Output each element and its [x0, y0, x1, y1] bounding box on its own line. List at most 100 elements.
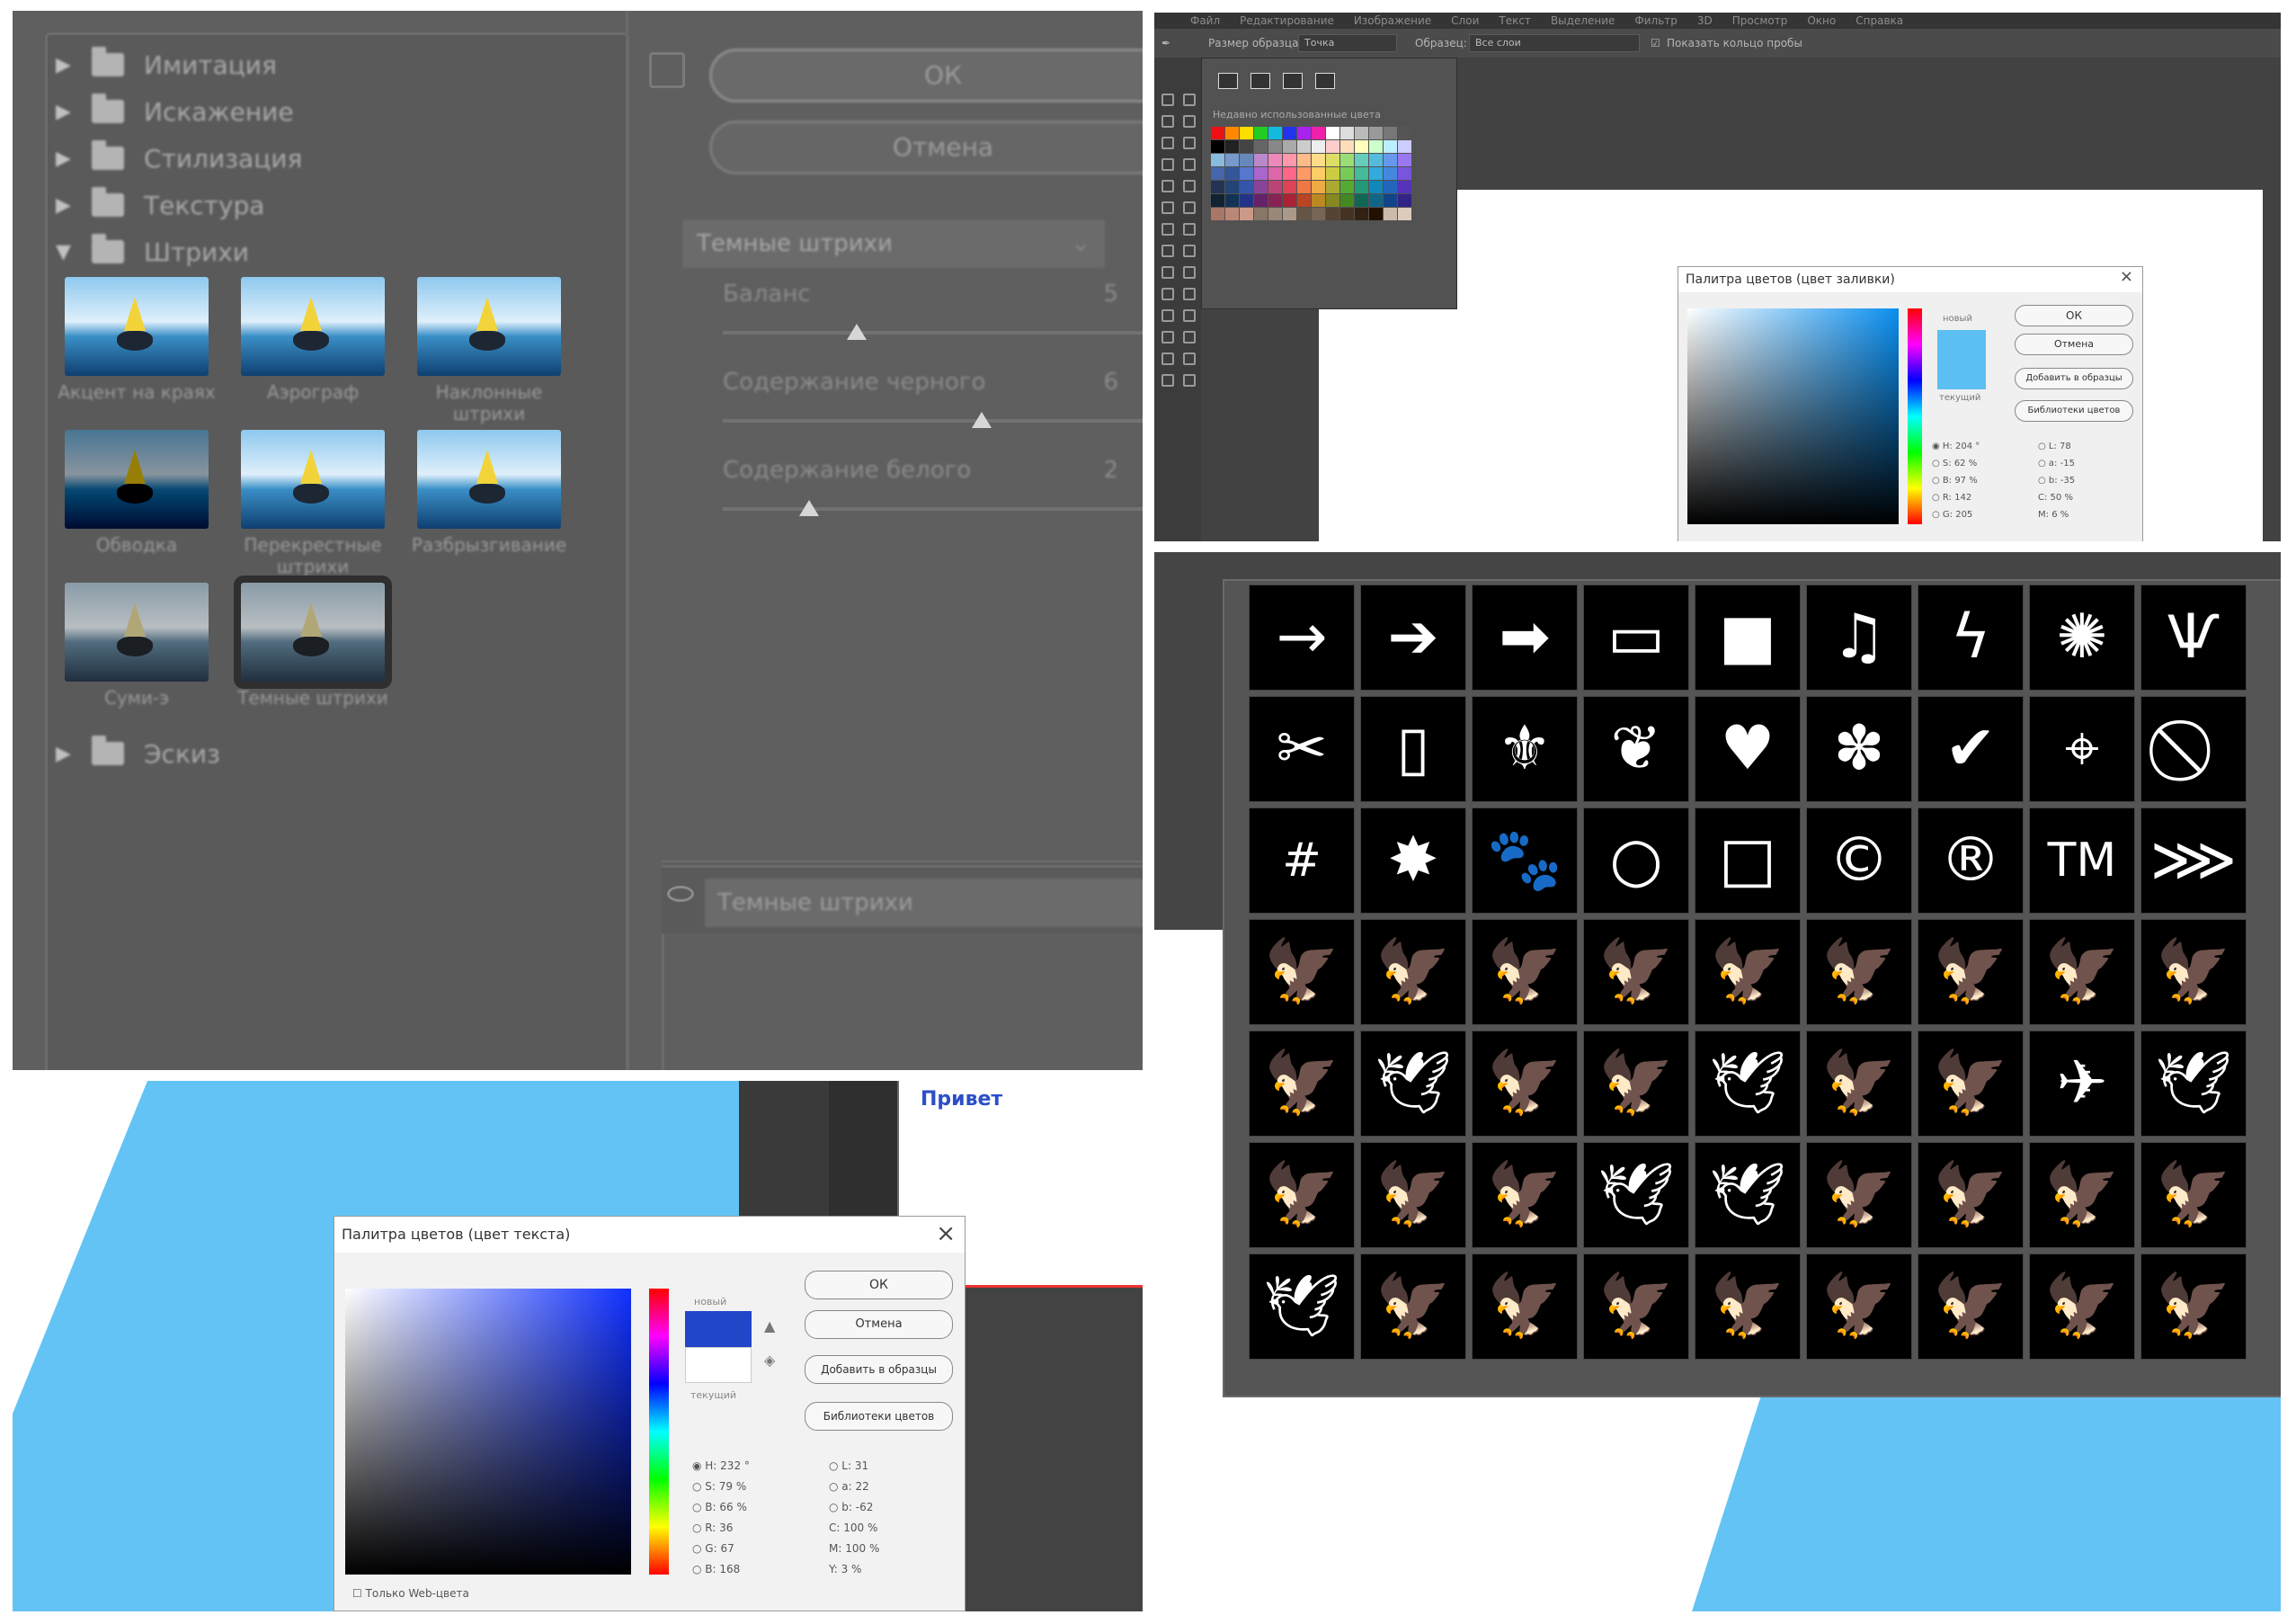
chevron-right-icon[interactable]: ▶	[56, 194, 72, 217]
color-swatch[interactable]	[1398, 140, 1411, 153]
color-swatch[interactable]	[1240, 167, 1253, 180]
close-icon[interactable]: ×	[2120, 267, 2133, 286]
shape-cell[interactable]: 🦅	[1918, 919, 2024, 1025]
color-swatch[interactable]	[1240, 154, 1253, 166]
c-value[interactable]: 50	[2051, 493, 2062, 503]
slider-track[interactable]	[723, 419, 1143, 423]
slider-track[interactable]	[723, 507, 1143, 511]
shape-cell[interactable]: 🦅	[1360, 1254, 1466, 1360]
color-swatch[interactable]	[1384, 127, 1397, 139]
tool-icon[interactable]	[1183, 158, 1196, 171]
sample-select[interactable]: Все слои	[1469, 34, 1640, 52]
color-swatch[interactable]	[1312, 127, 1325, 139]
shape-cell[interactable]: 🦅	[2029, 1254, 2135, 1360]
shape-cell[interactable]: ϟ	[1918, 584, 2024, 691]
color-swatch[interactable]	[1297, 167, 1311, 180]
shape-cell[interactable]: Ѱ	[2140, 584, 2247, 691]
color-swatch[interactable]	[1283, 154, 1296, 166]
color-swatch[interactable]	[1297, 208, 1311, 220]
color-swatch[interactable]	[1398, 194, 1411, 207]
shape-cell[interactable]: ⚜	[1472, 696, 1578, 802]
shape-cell[interactable]: ✂	[1249, 696, 1355, 802]
shape-cell[interactable]: ❦	[1583, 696, 1689, 802]
color-swatch[interactable]	[1312, 194, 1325, 207]
color-swatch[interactable]	[1268, 181, 1282, 193]
color-swatch[interactable]	[1369, 167, 1383, 180]
tool-icon[interactable]	[1183, 137, 1196, 149]
color-swatch[interactable]	[1225, 208, 1239, 220]
color-swatch[interactable]	[1326, 167, 1339, 180]
filter-thumb[interactable]	[65, 583, 209, 682]
cube-icon[interactable]: ◈	[764, 1352, 775, 1369]
shape-cell[interactable]: 🕊	[1360, 1031, 1466, 1137]
shape-cell[interactable]: 🦅	[1249, 1031, 1355, 1137]
shape-cell[interactable]: ®	[1918, 808, 2024, 914]
color-swatch[interactable]	[1340, 154, 1354, 166]
shape-cell[interactable]: →	[1249, 584, 1355, 691]
color-swatch[interactable]	[1398, 208, 1411, 220]
chevron-right-icon[interactable]: ▶	[56, 147, 72, 170]
m-value[interactable]: 6	[2051, 510, 2057, 520]
shape-cell[interactable]: 🦅	[1472, 1031, 1578, 1137]
shape-cell[interactable]: 🦅	[1583, 1254, 1689, 1360]
g-value[interactable]: 205	[1955, 510, 1972, 520]
slider-knob[interactable]	[972, 412, 992, 428]
close-icon[interactable]: ×	[936, 1220, 956, 1247]
warning-icon[interactable]: ▲	[764, 1317, 775, 1334]
color-swatch[interactable]	[1268, 127, 1282, 139]
shape-cell[interactable]: ⃠	[2140, 696, 2247, 802]
h-value[interactable]: 204	[1955, 442, 1972, 451]
shape-cell[interactable]: 🦅	[1806, 1031, 1912, 1137]
cancel-button[interactable]: Отмена	[2015, 334, 2133, 355]
filter-thumb[interactable]	[65, 277, 209, 376]
shape-cell[interactable]: 🦅	[1472, 919, 1578, 1025]
shape-cell[interactable]: 🦅	[2029, 919, 2135, 1025]
shape-cell[interactable]: 🦅	[1918, 1142, 2024, 1248]
color-swatch[interactable]	[1384, 140, 1397, 153]
shape-cell[interactable]: ➡	[1472, 584, 1578, 691]
menu-item[interactable]: Файл	[1190, 14, 1220, 27]
ok-button[interactable]: ОК	[805, 1271, 953, 1299]
tool-icon[interactable]	[1161, 94, 1174, 106]
filter-select[interactable]: Темные штрихи ⌄	[682, 219, 1105, 268]
shape-cell[interactable]: ✈	[2029, 1031, 2135, 1137]
slider-value[interactable]: 6	[1103, 369, 1118, 396]
color-swatch[interactable]	[1384, 167, 1397, 180]
tool-icon[interactable]	[1183, 352, 1196, 365]
color-swatch[interactable]	[1254, 194, 1268, 207]
lab-b-value[interactable]: -62	[856, 1501, 874, 1513]
color-swatch[interactable]	[1225, 167, 1239, 180]
color-swatch[interactable]	[1240, 140, 1253, 153]
slider-value[interactable]: 5	[1103, 281, 1118, 308]
black-swatch-icon[interactable]	[1250, 73, 1270, 89]
color-swatch[interactable]	[1355, 208, 1368, 220]
color-swatch[interactable]	[1268, 194, 1282, 207]
color-libraries-button[interactable]: Библиотеки цветов	[805, 1402, 953, 1431]
effect-layer-item[interactable]: Темные штрихи	[705, 879, 1143, 927]
filter-thumb[interactable]	[241, 277, 385, 376]
color-swatch[interactable]	[1211, 167, 1224, 180]
color-swatch[interactable]	[1254, 140, 1268, 153]
shape-cell[interactable]: ✺	[2029, 584, 2135, 691]
color-swatch[interactable]	[1211, 194, 1224, 207]
tool-icon[interactable]	[1161, 158, 1174, 171]
tool-icon[interactable]	[1161, 223, 1174, 236]
color-swatch[interactable]	[1254, 167, 1268, 180]
shape-cell[interactable]: 🦅	[2140, 1142, 2247, 1248]
shape-cell[interactable]: 🦅	[1806, 1254, 1912, 1360]
color-swatch[interactable]	[1312, 140, 1325, 153]
tool-icon[interactable]	[1161, 115, 1174, 128]
color-swatch[interactable]	[1225, 181, 1239, 193]
tool-icon[interactable]	[1161, 266, 1174, 279]
color-swatch[interactable]	[1225, 140, 1239, 153]
tool-icon[interactable]	[1183, 309, 1196, 322]
color-swatch[interactable]	[1283, 181, 1296, 193]
y-value[interactable]: 3	[841, 1563, 849, 1575]
sample-size-select[interactable]: Точка	[1298, 34, 1397, 52]
color-swatch[interactable]	[1211, 154, 1224, 166]
none-swatch-icon[interactable]	[1218, 73, 1238, 89]
folder-5[interactable]: ▶ Эскиз	[56, 736, 220, 772]
shape-cell[interactable]: 🦅	[1360, 1142, 1466, 1248]
collapse-icon[interactable]	[649, 52, 685, 88]
color-swatch[interactable]	[1297, 127, 1311, 139]
